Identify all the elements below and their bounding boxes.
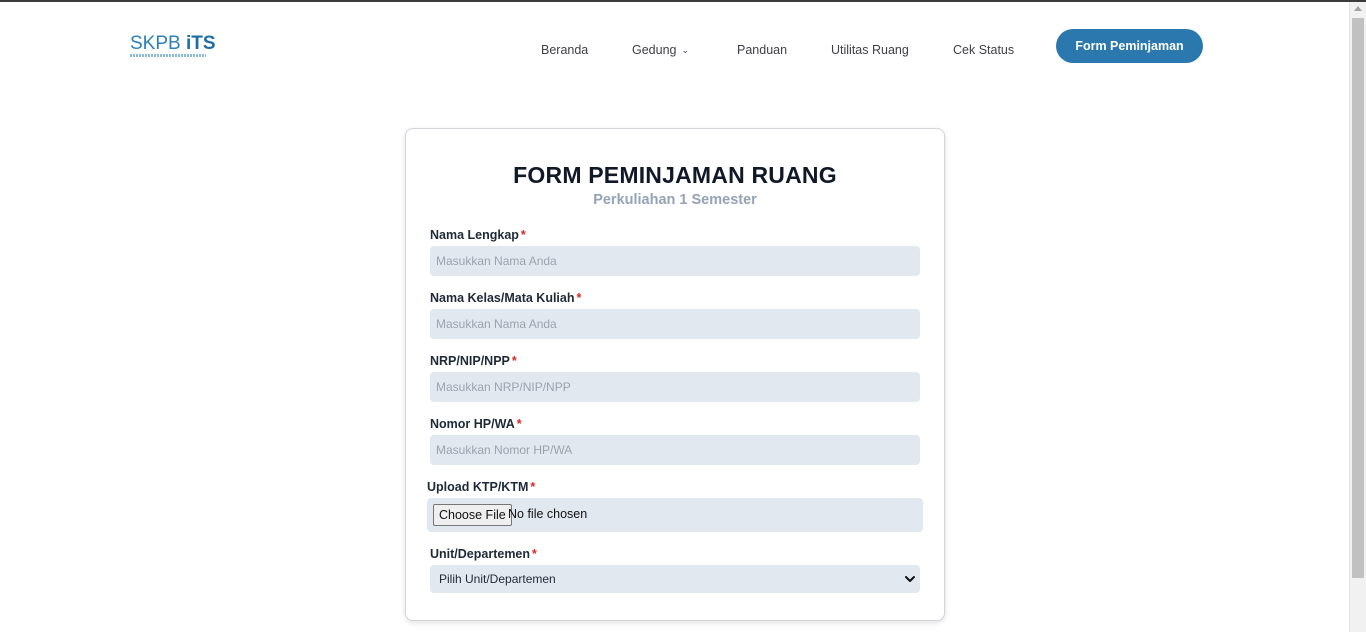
form-subtitle: Perkuliahan 1 Semester [593,192,757,208]
label-nama-lengkap: Nama Lengkap * [430,228,526,242]
required-mark: * [520,228,526,242]
form-card: FORM PEMINJAMAN RUANG Perkuliahan 1 Seme… [405,128,945,621]
label-nomor-hp: Nomor HP/WA * [430,417,522,431]
skpb-its-logo[interactable]: SKPB iTS [130,33,216,59]
nav-item-panduan[interactable]: Panduan [737,42,787,58]
form-peminjaman-button[interactable]: Form Peminjaman [1056,29,1203,63]
nav-item-gedung[interactable]: Gedung ⌄ [632,42,689,59]
nav-item-utilitas-ruang[interactable]: Utilitas Ruang [831,42,909,58]
nomor-hp-input[interactable] [430,435,920,465]
select-value: Pilih Unit/Departemen [439,572,556,586]
window-top-border [0,0,1366,2]
chevron-down-icon: ⌄ [681,45,690,55]
required-mark: * [511,354,517,368]
page-scrollbar[interactable] [1349,2,1366,632]
scrollbar-thumb[interactable] [1352,18,1364,578]
unit-departemen-select[interactable]: Pilih Unit/Departemen [430,565,920,593]
required-mark: * [516,417,522,431]
upload-ktp-field: Choose File No file chosen [427,498,923,532]
file-status-text: No file chosen [508,507,588,521]
nrp-input[interactable] [430,372,920,402]
required-mark: * [576,291,582,305]
nav-item-gedung-label: Gedung [632,43,677,57]
logo-tagline [130,54,206,57]
label-nama-kelas: Nama Kelas/Mata Kuliah * [430,291,582,305]
nav-item-beranda[interactable]: Beranda [541,42,588,58]
required-mark: * [532,547,537,561]
chevron-down-icon [905,576,915,582]
logo-wordmark: SKPB iTS [130,33,216,54]
scroll-up-arrow-icon[interactable] [1354,6,1362,11]
required-mark: * [530,480,536,494]
choose-file-button[interactable]: Choose File [433,504,512,526]
nama-lengkap-input[interactable] [430,246,920,276]
form-title: FORM PEMINJAMAN RUANG [513,162,837,188]
nav-item-cek-status[interactable]: Cek Status [953,42,1014,58]
label-nrp: NRP/NIP/NPP * [430,354,517,368]
nama-kelas-input[interactable] [430,309,920,339]
label-unit-departemen: Unit/Departemen * [430,547,537,561]
label-upload-ktp: Upload KTP/KTM * [427,480,536,494]
